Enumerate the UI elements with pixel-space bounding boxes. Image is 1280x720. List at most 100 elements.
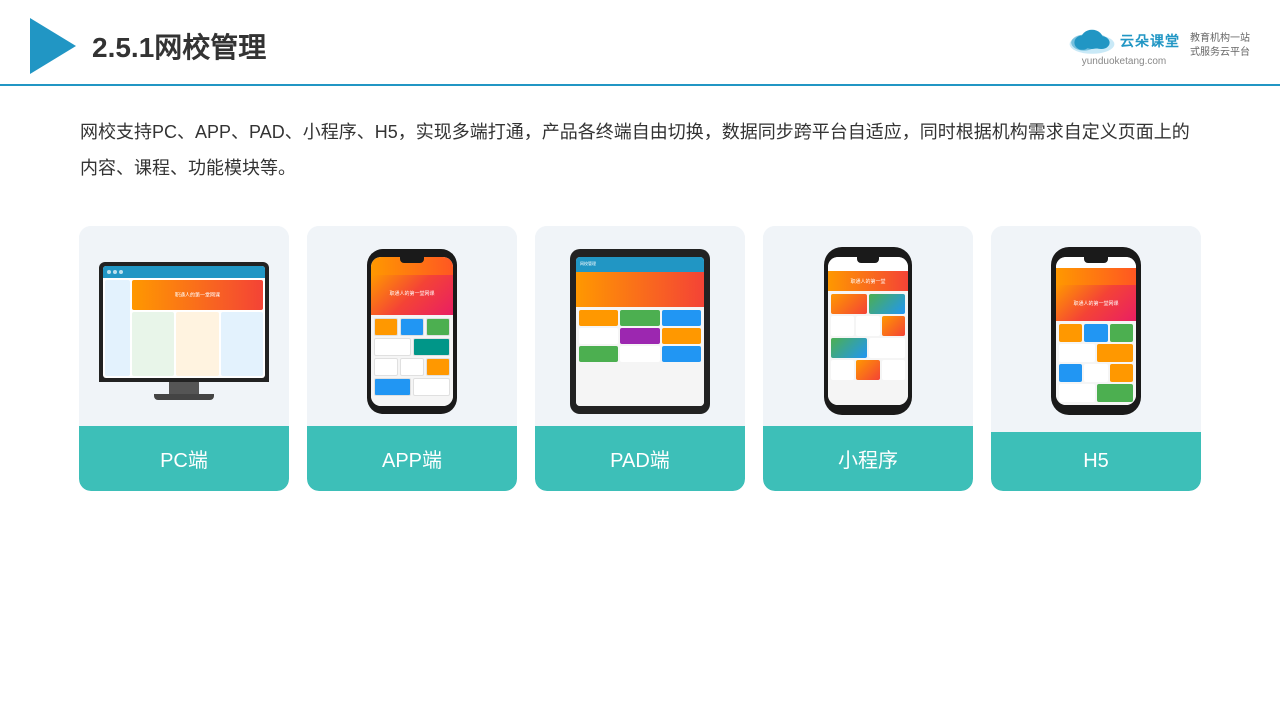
mini-header: 职通人的第一堂 xyxy=(828,271,908,291)
brand-icon: 云朵课堂 xyxy=(1068,26,1180,56)
tablet-content xyxy=(576,307,704,406)
card-pc-image: 职通人的第一堂网课 xyxy=(79,226,289,426)
h5-cell xyxy=(1097,344,1133,362)
phone-row xyxy=(374,378,450,396)
mini-row xyxy=(831,294,905,314)
nav-dot xyxy=(113,270,117,274)
phone-item xyxy=(400,318,424,336)
card-pad-image: 网校管理 xyxy=(535,226,745,426)
header: 2.5.1网校管理 云朵课堂 yunduoketang.com 教育机构一站 式… xyxy=(0,0,1280,86)
tablet-cell xyxy=(662,328,701,344)
phone-row xyxy=(374,338,450,356)
h5-cell xyxy=(1084,364,1107,382)
phone-item xyxy=(374,378,411,396)
card-h5: 职通人的第一堂网课 xyxy=(991,226,1201,491)
tablet-cell xyxy=(579,310,618,326)
tablet-cell xyxy=(579,346,618,362)
tablet-row xyxy=(579,310,701,326)
mini-top-bar xyxy=(828,257,908,271)
h5-screen: 职通人的第一堂网课 xyxy=(1056,257,1136,405)
monitor-frame: 职通人的第一堂网课 xyxy=(99,262,269,382)
card-pc-label: PC端 xyxy=(79,426,289,491)
page-title: 2.5.1网校管理 xyxy=(92,26,266,66)
tablet-row xyxy=(579,346,701,362)
h5-cell xyxy=(1084,324,1107,342)
screen-cards xyxy=(132,312,263,376)
mini-cell xyxy=(831,338,867,358)
screen-card xyxy=(132,312,174,376)
phone-item xyxy=(374,358,398,376)
header-left: 2.5.1网校管理 xyxy=(30,18,266,74)
tablet-screen: 网校管理 xyxy=(576,257,704,406)
mini-row xyxy=(831,316,905,336)
tablet-row xyxy=(579,328,701,344)
phone-row xyxy=(374,318,450,336)
screen-nav xyxy=(103,266,265,278)
h5-row xyxy=(1059,364,1133,382)
card-mini-label: 小程序 xyxy=(763,426,973,491)
monitor-stand xyxy=(169,382,199,394)
mini-cell xyxy=(882,360,905,380)
brand-tagline: 教育机构一站 式服务云平台 xyxy=(1190,32,1250,60)
tablet-cell xyxy=(662,310,701,326)
card-app: 职通人的第一堂网课 xyxy=(307,226,517,491)
mini-cell xyxy=(831,316,854,336)
screen-card xyxy=(221,312,263,376)
mini-cell xyxy=(869,338,905,358)
screen-sidebar xyxy=(105,280,130,376)
screen-main: 职通人的第一堂网课 xyxy=(132,280,263,376)
mini-row xyxy=(831,338,905,358)
description-text: 网校支持PC、APP、PAD、小程序、H5，实现多端打通，产品各终端自由切换，数… xyxy=(0,86,1280,196)
phone-item xyxy=(413,338,450,356)
h5-row xyxy=(1059,324,1133,342)
screen-banner: 职通人的第一堂网课 xyxy=(132,280,263,310)
phone-item xyxy=(413,378,450,396)
h5-row xyxy=(1059,344,1133,362)
h5-notch-area xyxy=(1056,257,1136,268)
h5-cell xyxy=(1059,344,1095,362)
tablet-banner xyxy=(576,272,704,307)
h5-cell xyxy=(1097,384,1133,402)
desktop-mockup: 职通人的第一堂网课 xyxy=(99,262,269,400)
mini-cell xyxy=(882,316,905,336)
mini-cell xyxy=(831,294,867,314)
h5-body xyxy=(1056,321,1136,405)
mini-cell xyxy=(831,360,854,380)
h5-cell xyxy=(1059,324,1082,342)
tablet-mockup: 网校管理 xyxy=(570,249,710,414)
card-h5-label: H5 xyxy=(991,432,1201,491)
phone-item xyxy=(374,338,411,356)
card-app-image: 职通人的第一堂网课 xyxy=(307,226,517,426)
phone-item xyxy=(400,358,424,376)
h5-notch xyxy=(1084,257,1108,263)
phone-item xyxy=(426,318,450,336)
nav-dot xyxy=(119,270,123,274)
tablet-header: 网校管理 xyxy=(576,257,704,272)
phone-mockup-app: 职通人的第一堂网课 xyxy=(367,249,457,414)
h5-cell xyxy=(1059,384,1095,402)
h5-header xyxy=(1056,268,1136,285)
card-pad-label: PAD端 xyxy=(535,426,745,491)
h5-banner: 职通人的第一堂网课 xyxy=(1056,285,1136,321)
phone-notch xyxy=(400,257,424,263)
mini-notch xyxy=(857,257,879,263)
mini-program-phone: 职通人的第一堂 xyxy=(824,247,912,415)
card-mini: 职通人的第一堂 xyxy=(763,226,973,491)
h5-phone: 职通人的第一堂网课 xyxy=(1051,247,1141,415)
card-pad: 网校管理 xyxy=(535,226,745,491)
monitor-screen: 职通人的第一堂网课 xyxy=(103,266,265,378)
header-right: 云朵课堂 yunduoketang.com 教育机构一站 式服务云平台 xyxy=(1068,26,1250,67)
tablet-cell xyxy=(662,346,701,362)
phone-banner: 职通人的第一堂网课 xyxy=(371,275,453,315)
tablet-cell xyxy=(579,328,618,344)
brand-logo: 云朵课堂 yunduoketang.com xyxy=(1068,26,1180,67)
mini-cell xyxy=(856,316,879,336)
cards-container: 职通人的第一堂网课 xyxy=(0,196,1280,491)
logo-triangle-icon xyxy=(30,18,76,74)
mini-cell xyxy=(856,360,879,380)
monitor-base xyxy=(154,394,214,400)
brand-url: yunduoketang.com xyxy=(1082,56,1167,67)
phone-body xyxy=(371,315,453,406)
phone-item xyxy=(426,358,450,376)
h5-row xyxy=(1059,384,1133,402)
